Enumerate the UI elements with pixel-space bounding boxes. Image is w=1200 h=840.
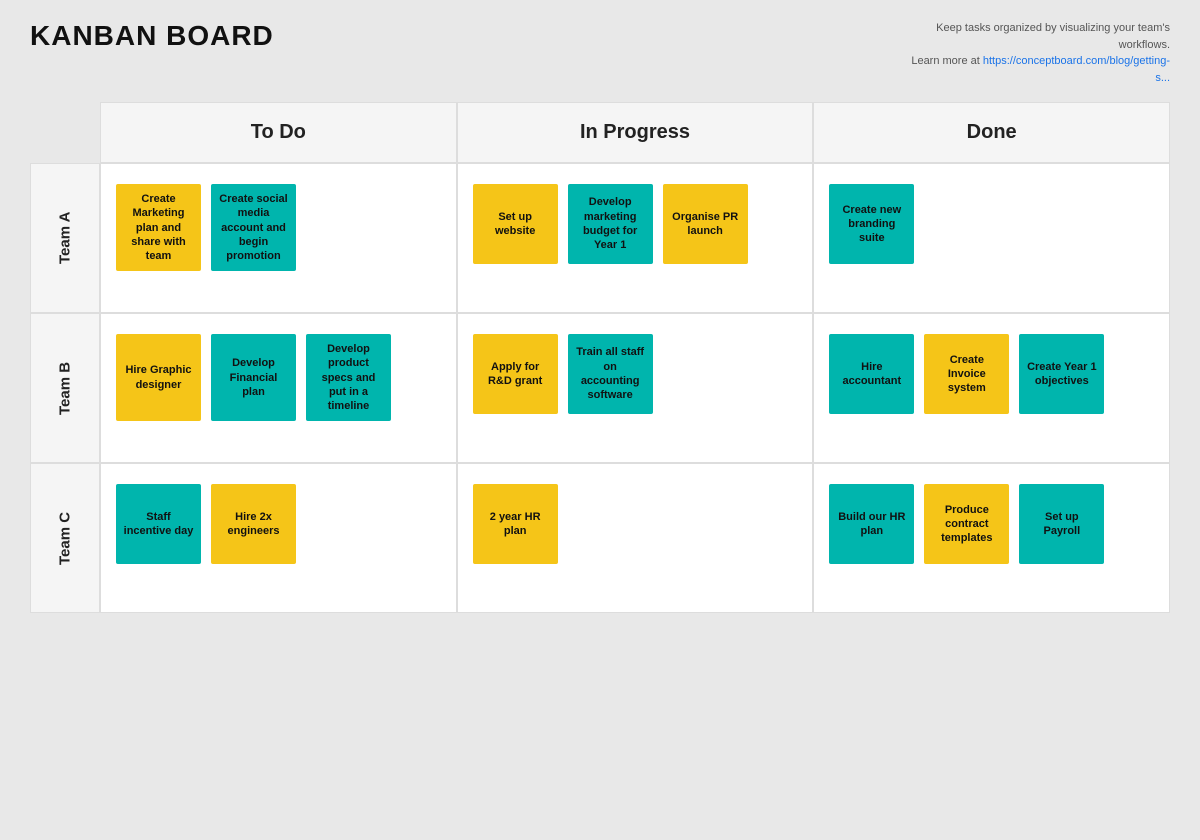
card[interactable]: Create new branding suite: [829, 184, 914, 264]
card[interactable]: Hire Graphic designer: [116, 334, 201, 421]
note-link[interactable]: https://conceptboard.com/blog/getting-s.…: [983, 55, 1170, 84]
card[interactable]: Set up Payroll: [1019, 484, 1104, 564]
card[interactable]: Train all staff on accounting software: [568, 334, 653, 414]
cell-team-a-todo: Create Marketing plan and share with tea…: [100, 163, 457, 313]
card[interactable]: Produce contract templates: [924, 484, 1009, 564]
card[interactable]: Hire accountant: [829, 334, 914, 414]
card[interactable]: Staff incentive day: [116, 484, 201, 564]
page-header: KANBAN BOARD Keep tasks organized by vis…: [30, 20, 1170, 86]
note-text-line1: Keep tasks organized by visualizing your…: [936, 22, 1170, 51]
card[interactable]: Develop Financial plan: [211, 334, 296, 421]
card[interactable]: 2 year HR plan: [473, 484, 558, 564]
card[interactable]: Organise PR launch: [663, 184, 748, 264]
card[interactable]: Build our HR plan: [829, 484, 914, 564]
card[interactable]: Develop product specs and put in a timel…: [306, 334, 391, 421]
card[interactable]: Create Year 1 objectives: [1019, 334, 1104, 414]
cell-team-b-inprogress: Apply for R&D grant Train all staff on a…: [457, 313, 814, 463]
note-text-line2: Learn more at: [911, 55, 983, 67]
card[interactable]: Create Invoice system: [924, 334, 1009, 414]
col-header-todo: To Do: [100, 102, 457, 163]
card[interactable]: Create Marketing plan and share with tea…: [116, 184, 201, 271]
row-label-team-a: Team A: [30, 163, 100, 313]
card[interactable]: Create social media account and begin pr…: [211, 184, 296, 271]
col-header-inprogress: In Progress: [457, 102, 814, 163]
cell-team-c-todo: Staff incentive day Hire 2x engineers: [100, 463, 457, 613]
cell-team-c-inprogress: 2 year HR plan: [457, 463, 814, 613]
corner-cell: [30, 102, 100, 163]
cell-team-a-done: Create new branding suite: [813, 163, 1170, 313]
card[interactable]: Set up website: [473, 184, 558, 264]
board-title: KANBAN BOARD: [30, 20, 274, 52]
cell-team-b-done: Hire accountant Create Invoice system Cr…: [813, 313, 1170, 463]
cell-team-a-inprogress: Set up website Develop marketing budget …: [457, 163, 814, 313]
row-label-team-b: Team B: [30, 313, 100, 463]
header-note: Keep tasks organized by visualizing your…: [910, 20, 1170, 86]
kanban-board: To Do In Progress Done Team A Create Mar…: [30, 102, 1170, 613]
card[interactable]: Hire 2x engineers: [211, 484, 296, 564]
card[interactable]: Develop marketing budget for Year 1: [568, 184, 653, 264]
card[interactable]: Apply for R&D grant: [473, 334, 558, 414]
cell-team-c-done: Build our HR plan Produce contract templ…: [813, 463, 1170, 613]
row-label-team-c: Team C: [30, 463, 100, 613]
col-header-done: Done: [813, 102, 1170, 163]
cell-team-b-todo: Hire Graphic designer Develop Financial …: [100, 313, 457, 463]
